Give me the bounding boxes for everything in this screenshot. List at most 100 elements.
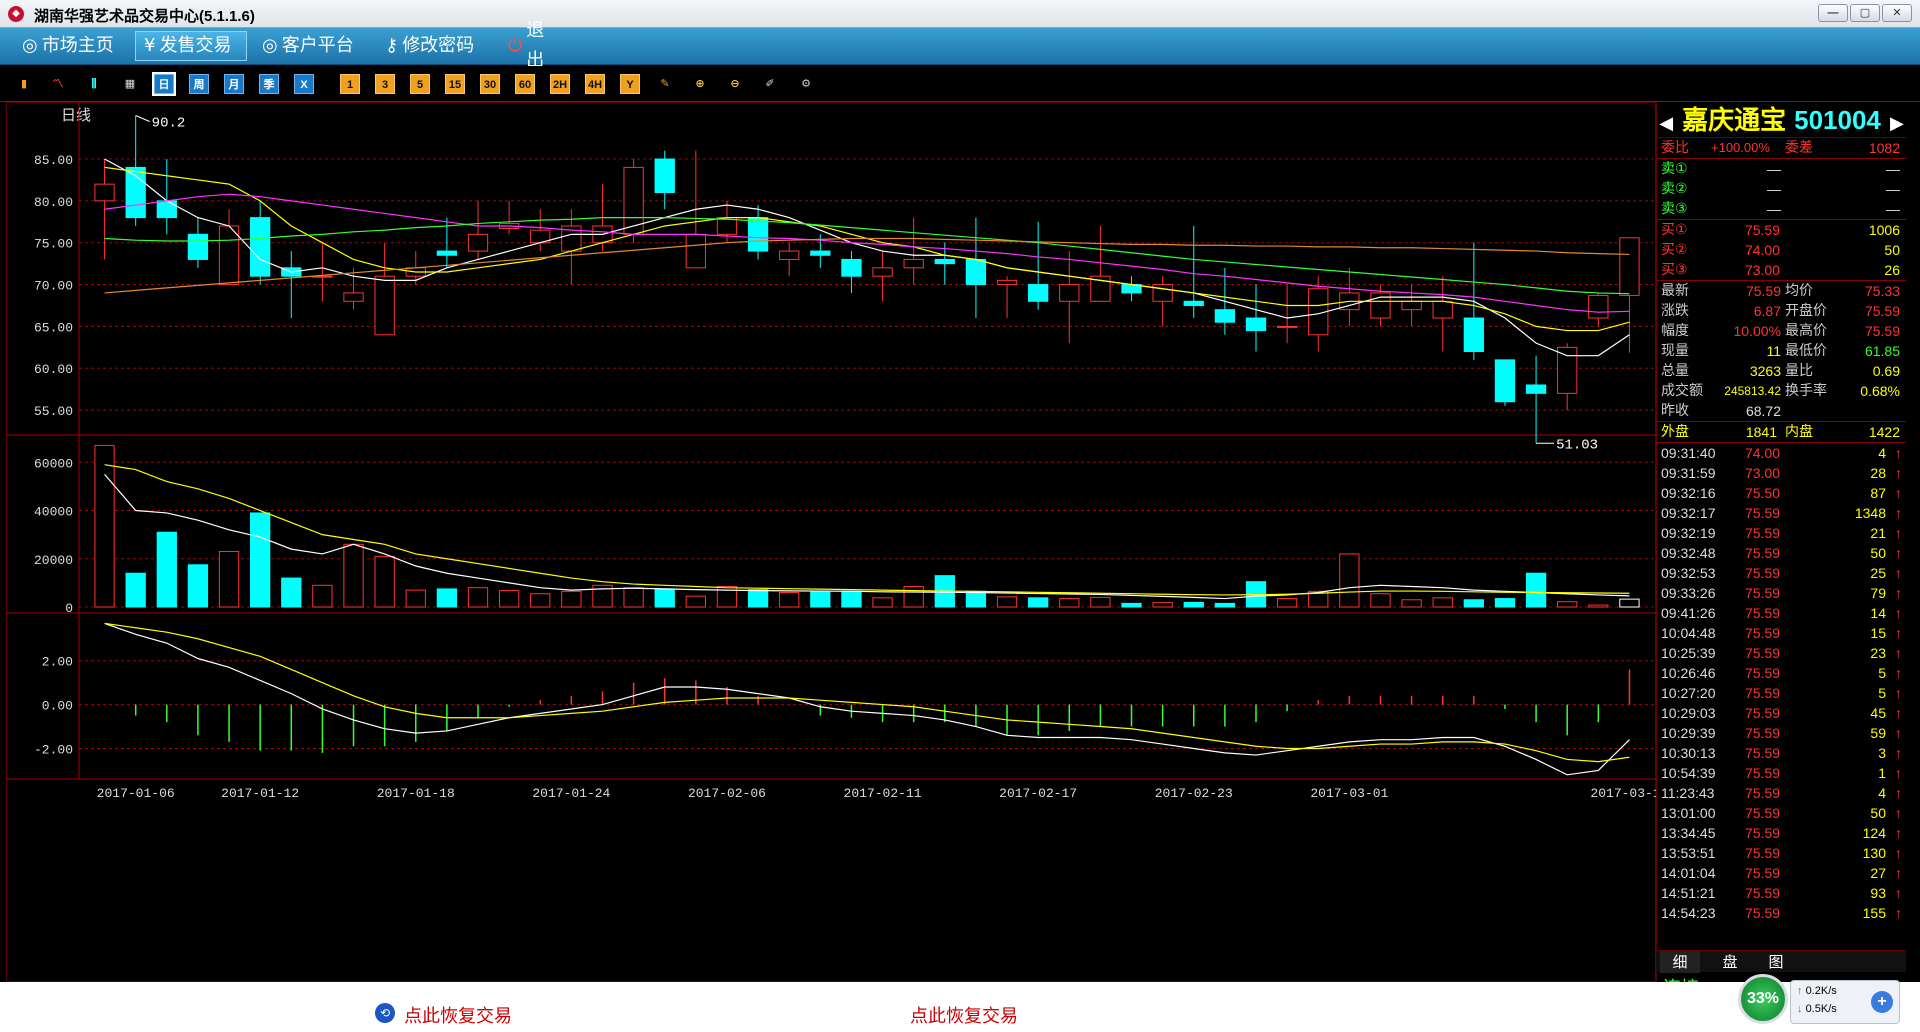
minute-15-button[interactable]: 15 <box>445 74 465 94</box>
stat-value: 68.72 <box>1745 403 1781 419</box>
tick-price: 75.59 <box>1744 645 1780 661</box>
restore-trade-link-right[interactable]: 点此恢复交易 <box>910 1002 1018 1028</box>
candle-body <box>1557 346 1578 394</box>
next-instrument-icon[interactable]: ▶ <box>1890 113 1904 134</box>
tick-time: 10:26:46 <box>1661 665 1716 681</box>
sell-level-row: 卖② — — <box>1657 179 1906 199</box>
tick-time: 09:32:48 <box>1661 545 1716 561</box>
tick-volume: 50 <box>1870 805 1886 821</box>
stat-row: 涨跌 6.87 开盘价 75.59 <box>1657 301 1906 321</box>
tick-volume: 5 <box>1878 685 1886 701</box>
sell-level-label: 卖③ <box>1661 201 1688 217</box>
nav-logout[interactable]: ⏻ 退 出 <box>500 20 610 71</box>
zoom-in-icon[interactable]: ⊕ <box>690 74 710 94</box>
tick-row: 10:29:39 75.59 59 ↑ <box>1657 723 1906 743</box>
kline-chart-area[interactable]: 日线 85.00 80.00 75.00 70.00 65.00 60.00 55.00 60… <box>6 102 1669 983</box>
prev-instrument-icon[interactable]: ◀ <box>1659 113 1673 134</box>
date-tick-label: 2017-03-11 <box>1590 786 1657 801</box>
volume-tick-label: 20000 <box>34 553 73 568</box>
candle-chart-icon[interactable]: ⫼ <box>84 74 104 94</box>
tick-row: 13:53:51 75.59 130 ↑ <box>1657 843 1906 863</box>
stat-label: 现量 <box>1661 343 1689 359</box>
draw-icon[interactable]: ✐ <box>760 74 780 94</box>
calendar-icon[interactable]: ▦ <box>120 74 140 94</box>
stat-label: 量比 <box>1785 363 1813 379</box>
restore-trade-link-left[interactable]: 点此恢复交易 <box>404 1002 512 1028</box>
up-arrow-icon: ↑ <box>1895 605 1902 621</box>
minute-5-button[interactable]: 5 <box>410 74 430 94</box>
candle-body <box>779 250 800 260</box>
period-week-button[interactable]: 周 <box>189 74 209 94</box>
edit-icon[interactable]: ✎ <box>655 74 675 94</box>
period-quarter-button[interactable]: 季 <box>259 74 279 94</box>
inner-value: 1422 <box>1868 424 1900 440</box>
up-arrow-icon: ↑ <box>1895 525 1902 541</box>
hour-2-button[interactable]: 2H <box>550 74 570 94</box>
download-speed: ↓ 0.5K/s <box>1797 1003 1837 1015</box>
period-x-button[interactable]: X <box>294 74 314 94</box>
tick-time: 09:32:16 <box>1661 485 1716 501</box>
tick-volume: 124 <box>1862 825 1886 841</box>
stat-value: 0.69 <box>1872 363 1900 379</box>
nav-client-platform[interactable]: ◎ 客户平台 <box>254 31 369 61</box>
close-button[interactable]: ✕ <box>1882 4 1912 22</box>
hour-4-button[interactable]: 4H <box>585 74 605 94</box>
kline-chart-svg[interactable]: 日线 85.00 80.00 75.00 70.00 65.00 60.00 55.00 60… <box>7 103 1669 983</box>
period-month-button[interactable]: 月 <box>224 74 244 94</box>
line-chart-icon[interactable]: 〽 <box>48 74 68 94</box>
price-tick-label: 65.00 <box>34 320 73 335</box>
volume-bar <box>1401 599 1422 608</box>
candle-body <box>965 258 987 286</box>
bar-chart-icon[interactable]: ▮ <box>14 74 34 94</box>
quote-panel: ◀ 嘉庆通宝 501004 ▶ 委比 +100.00% 委差 1082 卖① — — 卖… <box>1656 102 1906 982</box>
candle-body <box>1432 300 1453 319</box>
sell-price: — <box>1767 161 1781 177</box>
candle-body <box>218 225 240 286</box>
price-tick-label: 60.00 <box>34 362 73 377</box>
tick-time: 14:54:23 <box>1661 905 1716 921</box>
tick-price: 75.59 <box>1744 765 1780 781</box>
date-tick-label: 2017-01-12 <box>221 786 299 801</box>
tick-time: 11:23:43 <box>1661 785 1715 801</box>
sell-level-label: 卖② <box>1661 181 1688 197</box>
minimize-button[interactable]: — <box>1818 4 1848 22</box>
nav-sale-trade[interactable]: ¥ 发售交易 <box>135 31 247 61</box>
candle-body <box>1619 237 1640 296</box>
tick-time: 09:31:40 <box>1661 445 1716 461</box>
tick-price: 75.50 <box>1744 485 1780 501</box>
volume-ma-line <box>104 464 1630 596</box>
tick-row: 11:23:43 75.59 4 ↑ <box>1657 783 1906 803</box>
app-logo-icon: ◆ <box>8 6 24 22</box>
stat-value: 75.59 <box>1864 303 1900 319</box>
tick-row: 14:54:23 75.59 155 ↑ <box>1657 903 1906 923</box>
tab-chart[interactable]: 图 <box>1756 951 1796 973</box>
tab-detail[interactable]: 细 <box>1660 951 1700 973</box>
up-arrow-icon: ↑ <box>1895 805 1902 821</box>
maximize-button[interactable]: ▢ <box>1850 4 1880 22</box>
tick-volume: 23 <box>1870 645 1886 661</box>
platform-icon: ◎ <box>262 35 278 56</box>
price-tick-label: 55.00 <box>34 404 73 419</box>
minute-1-button[interactable]: 1 <box>340 74 360 94</box>
minute-30-button[interactable]: 30 <box>480 74 500 94</box>
add-icon[interactable]: + <box>1871 991 1893 1013</box>
minute-3-button[interactable]: 3 <box>375 74 395 94</box>
nav-market-home[interactable]: ◎ 市场主页 <box>14 31 127 61</box>
buy-price: 75.59 <box>1744 222 1780 238</box>
volume-bar <box>1494 598 1516 608</box>
sell-price: — <box>1767 181 1781 197</box>
tick-time: 10:25:39 <box>1661 645 1716 661</box>
tab-orderbook[interactable]: 盘 <box>1710 951 1750 973</box>
network-gauge: 33% <box>1738 974 1788 1024</box>
gear-icon[interactable]: ⚙ <box>796 74 816 94</box>
tick-time: 09:32:17 <box>1661 505 1716 521</box>
candle-body <box>1214 309 1236 323</box>
zoom-out-icon[interactable]: ⊖ <box>725 74 745 94</box>
nav-change-password[interactable]: ⚷ 修改密码 <box>377 31 494 61</box>
candle-body <box>1276 325 1298 328</box>
macd-dea-line <box>104 622 1630 763</box>
up-arrow-icon: ↑ <box>1895 745 1902 761</box>
minute-60-button[interactable]: 60 <box>515 74 535 94</box>
period-day-button[interactable]: 日 <box>152 72 176 96</box>
year-button[interactable]: Y <box>620 74 640 94</box>
